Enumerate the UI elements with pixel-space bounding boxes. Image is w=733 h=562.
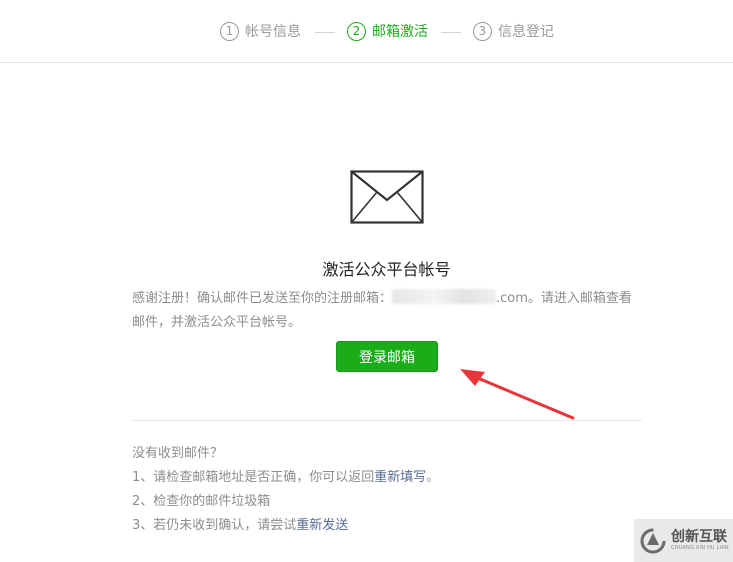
help-item-1: 1、请检查邮箱地址是否正确，你可以返回重新填写。	[132, 466, 439, 490]
help-item-text: 3、若仍未收到确认，请尝试	[132, 518, 297, 533]
help-item-punct: 。	[426, 470, 440, 485]
step-number: 2	[347, 21, 366, 41]
help-section: 没有收到邮件？ 1、请检查邮箱地址是否正确，你可以返回重新填写。 2、检查你的邮…	[132, 442, 439, 538]
step-connector	[315, 32, 335, 33]
chuangxin-logo	[640, 528, 666, 553]
red-arrow-annotation	[460, 369, 575, 420]
redacted-email	[392, 289, 497, 304]
resend-link[interactable]: 重新发送	[296, 518, 348, 533]
help-item-text: 1、请检查邮箱地址是否正确，你可以返回	[132, 470, 375, 485]
help-item-3: 3、若仍未收到确认，请尝试重新发送	[132, 514, 439, 538]
step-info-registration: 3 信息登记	[473, 21, 554, 41]
activation-message: 感谢注册！确认邮件已发送至你的注册邮箱： .com。请进入邮箱查看邮件，并激活公众…	[132, 287, 642, 335]
page-title: 激活公众平台帐号	[322, 260, 451, 279]
step-label: 邮箱激活	[372, 24, 428, 40]
divider	[132, 420, 642, 421]
refill-link[interactable]: 重新填写	[374, 470, 426, 485]
step-label: 信息登记	[498, 24, 554, 40]
message-prefix: 感谢注册！确认邮件已发送至你的注册邮箱：	[132, 291, 393, 306]
step-label: 帐号信息	[245, 24, 301, 40]
step-email-activation: 2 邮箱激活	[347, 21, 428, 41]
help-item-2: 2、检查你的邮件垃圾箱	[132, 494, 271, 509]
step-number: 1	[220, 21, 239, 41]
step-connector	[441, 32, 461, 33]
watermark-subtext: CHUANG XIN HU LIAN	[671, 545, 729, 551]
envelope-icon	[350, 170, 424, 224]
help-heading: 没有收到邮件？	[132, 446, 224, 461]
watermark: 创新互联 CHUANG XIN HU LIAN	[634, 519, 733, 562]
step-number: 3	[473, 21, 492, 41]
login-email-button[interactable]: 登录邮箱	[336, 341, 438, 372]
step-indicator: 1 帐号信息 2 邮箱激活 3 信息登记	[0, 0, 733, 63]
watermark-text: 创新互联	[671, 529, 727, 545]
email-domain-suffix: .com	[496, 291, 528, 306]
step-account-info: 1 帐号信息	[220, 21, 301, 41]
